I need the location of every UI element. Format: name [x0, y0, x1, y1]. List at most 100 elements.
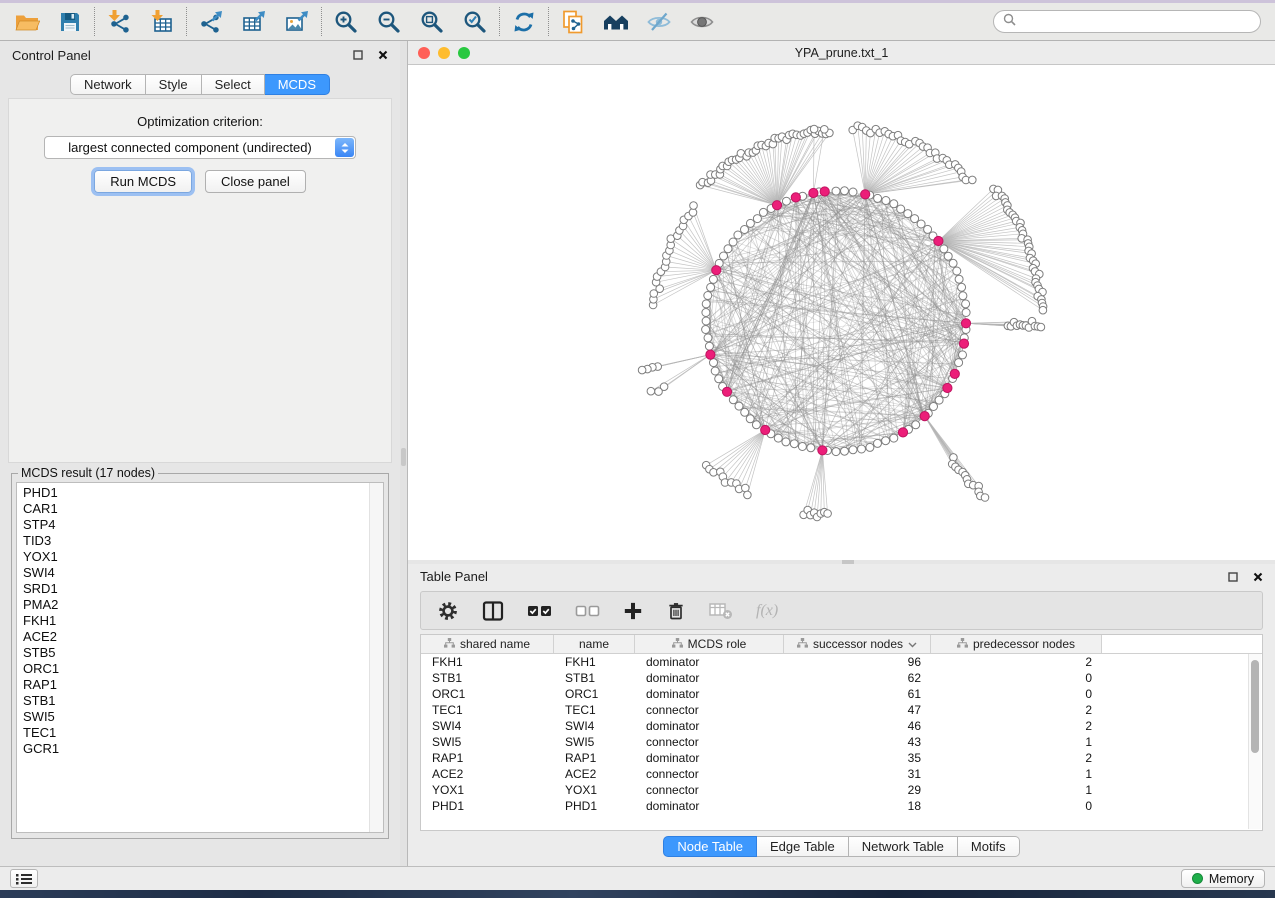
zoom-out-icon[interactable]	[376, 9, 402, 35]
network-leaf-and-ring-nodes[interactable]	[638, 122, 1047, 521]
close-panel-icon[interactable]	[378, 50, 388, 60]
table-cell-shared-name[interactable]: FKH1	[421, 654, 554, 670]
mcds-result-item[interactable]: RAP1	[17, 677, 383, 693]
tab-select[interactable]: Select	[202, 74, 265, 95]
table-scrollbar[interactable]	[1248, 654, 1261, 829]
table-cell-successor-nodes[interactable]: 18	[784, 798, 931, 814]
table-cell-shared-name[interactable]: SWI4	[421, 718, 554, 734]
mcds-result-item[interactable]: STB5	[17, 645, 383, 661]
optimization-criterion-select[interactable]: largest connected component (undirected)	[44, 136, 356, 159]
table-row[interactable]: PHD1PHD1dominator180	[421, 798, 1262, 814]
table-row[interactable]: ACE2ACE2connector311	[421, 766, 1262, 782]
mcds-result-item[interactable]: TID3	[17, 533, 383, 549]
network-graph[interactable]	[408, 65, 1275, 560]
table-cell-successor-nodes[interactable]: 61	[784, 686, 931, 702]
settings-icon[interactable]	[437, 600, 459, 622]
table-cell-name[interactable]: STB1	[554, 670, 635, 686]
tab-motifs[interactable]: Motifs	[958, 836, 1020, 857]
table-cell-mcds-role[interactable]: connector	[635, 702, 784, 718]
table-cell-predecessor-nodes[interactable]: 1	[931, 766, 1102, 782]
column-header-name[interactable]: name	[554, 635, 635, 653]
table-cell-shared-name[interactable]: TEC1	[421, 702, 554, 718]
column-header-mcds-role[interactable]: MCDS role	[635, 635, 784, 653]
table-cell-name[interactable]: SWI5	[554, 734, 635, 750]
run-mcds-button[interactable]: Run MCDS	[94, 170, 192, 193]
export-image-icon[interactable]	[284, 9, 310, 35]
table-cell-predecessor-nodes[interactable]: 2	[931, 702, 1102, 718]
export-network-icon[interactable]	[198, 9, 224, 35]
mcds-result-item[interactable]: TEC1	[17, 725, 383, 741]
table-row[interactable]: TEC1TEC1connector472	[421, 702, 1262, 718]
table-cell-predecessor-nodes[interactable]: 0	[931, 686, 1102, 702]
save-session-icon[interactable]	[57, 9, 83, 35]
table-cell-name[interactable]: FKH1	[554, 654, 635, 670]
table-cell-shared-name[interactable]: YOX1	[421, 782, 554, 798]
mcds-result-item[interactable]: ORC1	[17, 661, 383, 677]
table-row[interactable]: YOX1YOX1connector291	[421, 782, 1262, 798]
close-panel-button[interactable]: Close panel	[205, 170, 306, 193]
table-cell-successor-nodes[interactable]: 29	[784, 782, 931, 798]
mcds-result-item[interactable]: SRD1	[17, 581, 383, 597]
mcds-result-item[interactable]: CAR1	[17, 501, 383, 517]
table-row[interactable]: SWI4SWI4dominator462	[421, 718, 1262, 734]
zoom-in-icon[interactable]	[333, 9, 359, 35]
table-cell-mcds-role[interactable]: dominator	[635, 670, 784, 686]
close-panel-icon[interactable]	[1253, 572, 1263, 582]
first-neighbors-icon[interactable]	[603, 9, 629, 35]
show-all-icon[interactable]	[689, 9, 715, 35]
tab-edge-table[interactable]: Edge Table	[757, 836, 849, 857]
column-header-shared-name[interactable]: shared name	[421, 635, 554, 653]
splitter-handle[interactable]	[842, 560, 854, 564]
open-file-icon[interactable]	[14, 9, 40, 35]
add-column-icon[interactable]	[623, 601, 643, 621]
mcds-result-item[interactable]: STB1	[17, 693, 383, 709]
table-cell-successor-nodes[interactable]: 43	[784, 734, 931, 750]
table-cell-name[interactable]: ACE2	[554, 766, 635, 782]
splitter-handle[interactable]	[401, 448, 406, 466]
table-cell-name[interactable]: ORC1	[554, 686, 635, 702]
table-cell-shared-name[interactable]: RAP1	[421, 750, 554, 766]
mcds-result-list[interactable]: PHD1CAR1STP4TID3YOX1SWI4SRD1PMA2FKH1ACE2…	[16, 482, 384, 833]
table-cell-predecessor-nodes[interactable]: 2	[931, 718, 1102, 734]
table-cell-name[interactable]: TEC1	[554, 702, 635, 718]
column-header-predecessor-nodes[interactable]: predecessor nodes	[931, 635, 1102, 653]
table-cell-successor-nodes[interactable]: 96	[784, 654, 931, 670]
table-cell-name[interactable]: PHD1	[554, 798, 635, 814]
table-cell-successor-nodes[interactable]: 47	[784, 702, 931, 718]
hide-selected-icon[interactable]	[646, 9, 672, 35]
refresh-view-icon[interactable]	[511, 9, 537, 35]
mcds-result-item[interactable]: FKH1	[17, 613, 383, 629]
tab-network[interactable]: Network	[70, 74, 146, 95]
memory-button[interactable]: Memory	[1181, 869, 1265, 888]
table-cell-name[interactable]: YOX1	[554, 782, 635, 798]
table-cell-successor-nodes[interactable]: 62	[784, 670, 931, 686]
table-row[interactable]: RAP1RAP1dominator352	[421, 750, 1262, 766]
table-cell-shared-name[interactable]: ACE2	[421, 766, 554, 782]
delete-rows-icon[interactable]	[666, 600, 686, 622]
network-canvas[interactable]	[408, 65, 1275, 560]
column-header-successor-nodes[interactable]: successor nodes	[784, 635, 931, 653]
table-row[interactable]: SWI5SWI5connector431	[421, 734, 1262, 750]
tab-style[interactable]: Style	[146, 74, 202, 95]
table-cell-mcds-role[interactable]: dominator	[635, 798, 784, 814]
table-cell-shared-name[interactable]: PHD1	[421, 798, 554, 814]
table-cell-predecessor-nodes[interactable]: 2	[931, 750, 1102, 766]
table-cell-successor-nodes[interactable]: 35	[784, 750, 931, 766]
mcds-result-item[interactable]: SWI4	[17, 565, 383, 581]
mcds-result-item[interactable]: STP4	[17, 517, 383, 533]
mcds-result-item[interactable]: ACE2	[17, 629, 383, 645]
table-cell-mcds-role[interactable]: dominator	[635, 750, 784, 766]
search-input[interactable]	[1021, 14, 1251, 30]
tab-node-table[interactable]: Node Table	[663, 836, 757, 857]
table-cell-successor-nodes[interactable]: 31	[784, 766, 931, 782]
zoom-fit-icon[interactable]	[419, 9, 445, 35]
export-table-icon[interactable]	[241, 9, 267, 35]
table-cell-predecessor-nodes[interactable]: 1	[931, 734, 1102, 750]
table-row[interactable]: ORC1ORC1dominator610	[421, 686, 1262, 702]
import-table-icon[interactable]	[149, 9, 175, 35]
table-cell-shared-name[interactable]: STB1	[421, 670, 554, 686]
table-row[interactable]: FKH1FKH1dominator962	[421, 654, 1262, 670]
table-cell-name[interactable]: RAP1	[554, 750, 635, 766]
table-cell-name[interactable]: SWI4	[554, 718, 635, 734]
horizontal-splitter[interactable]	[408, 560, 1275, 564]
